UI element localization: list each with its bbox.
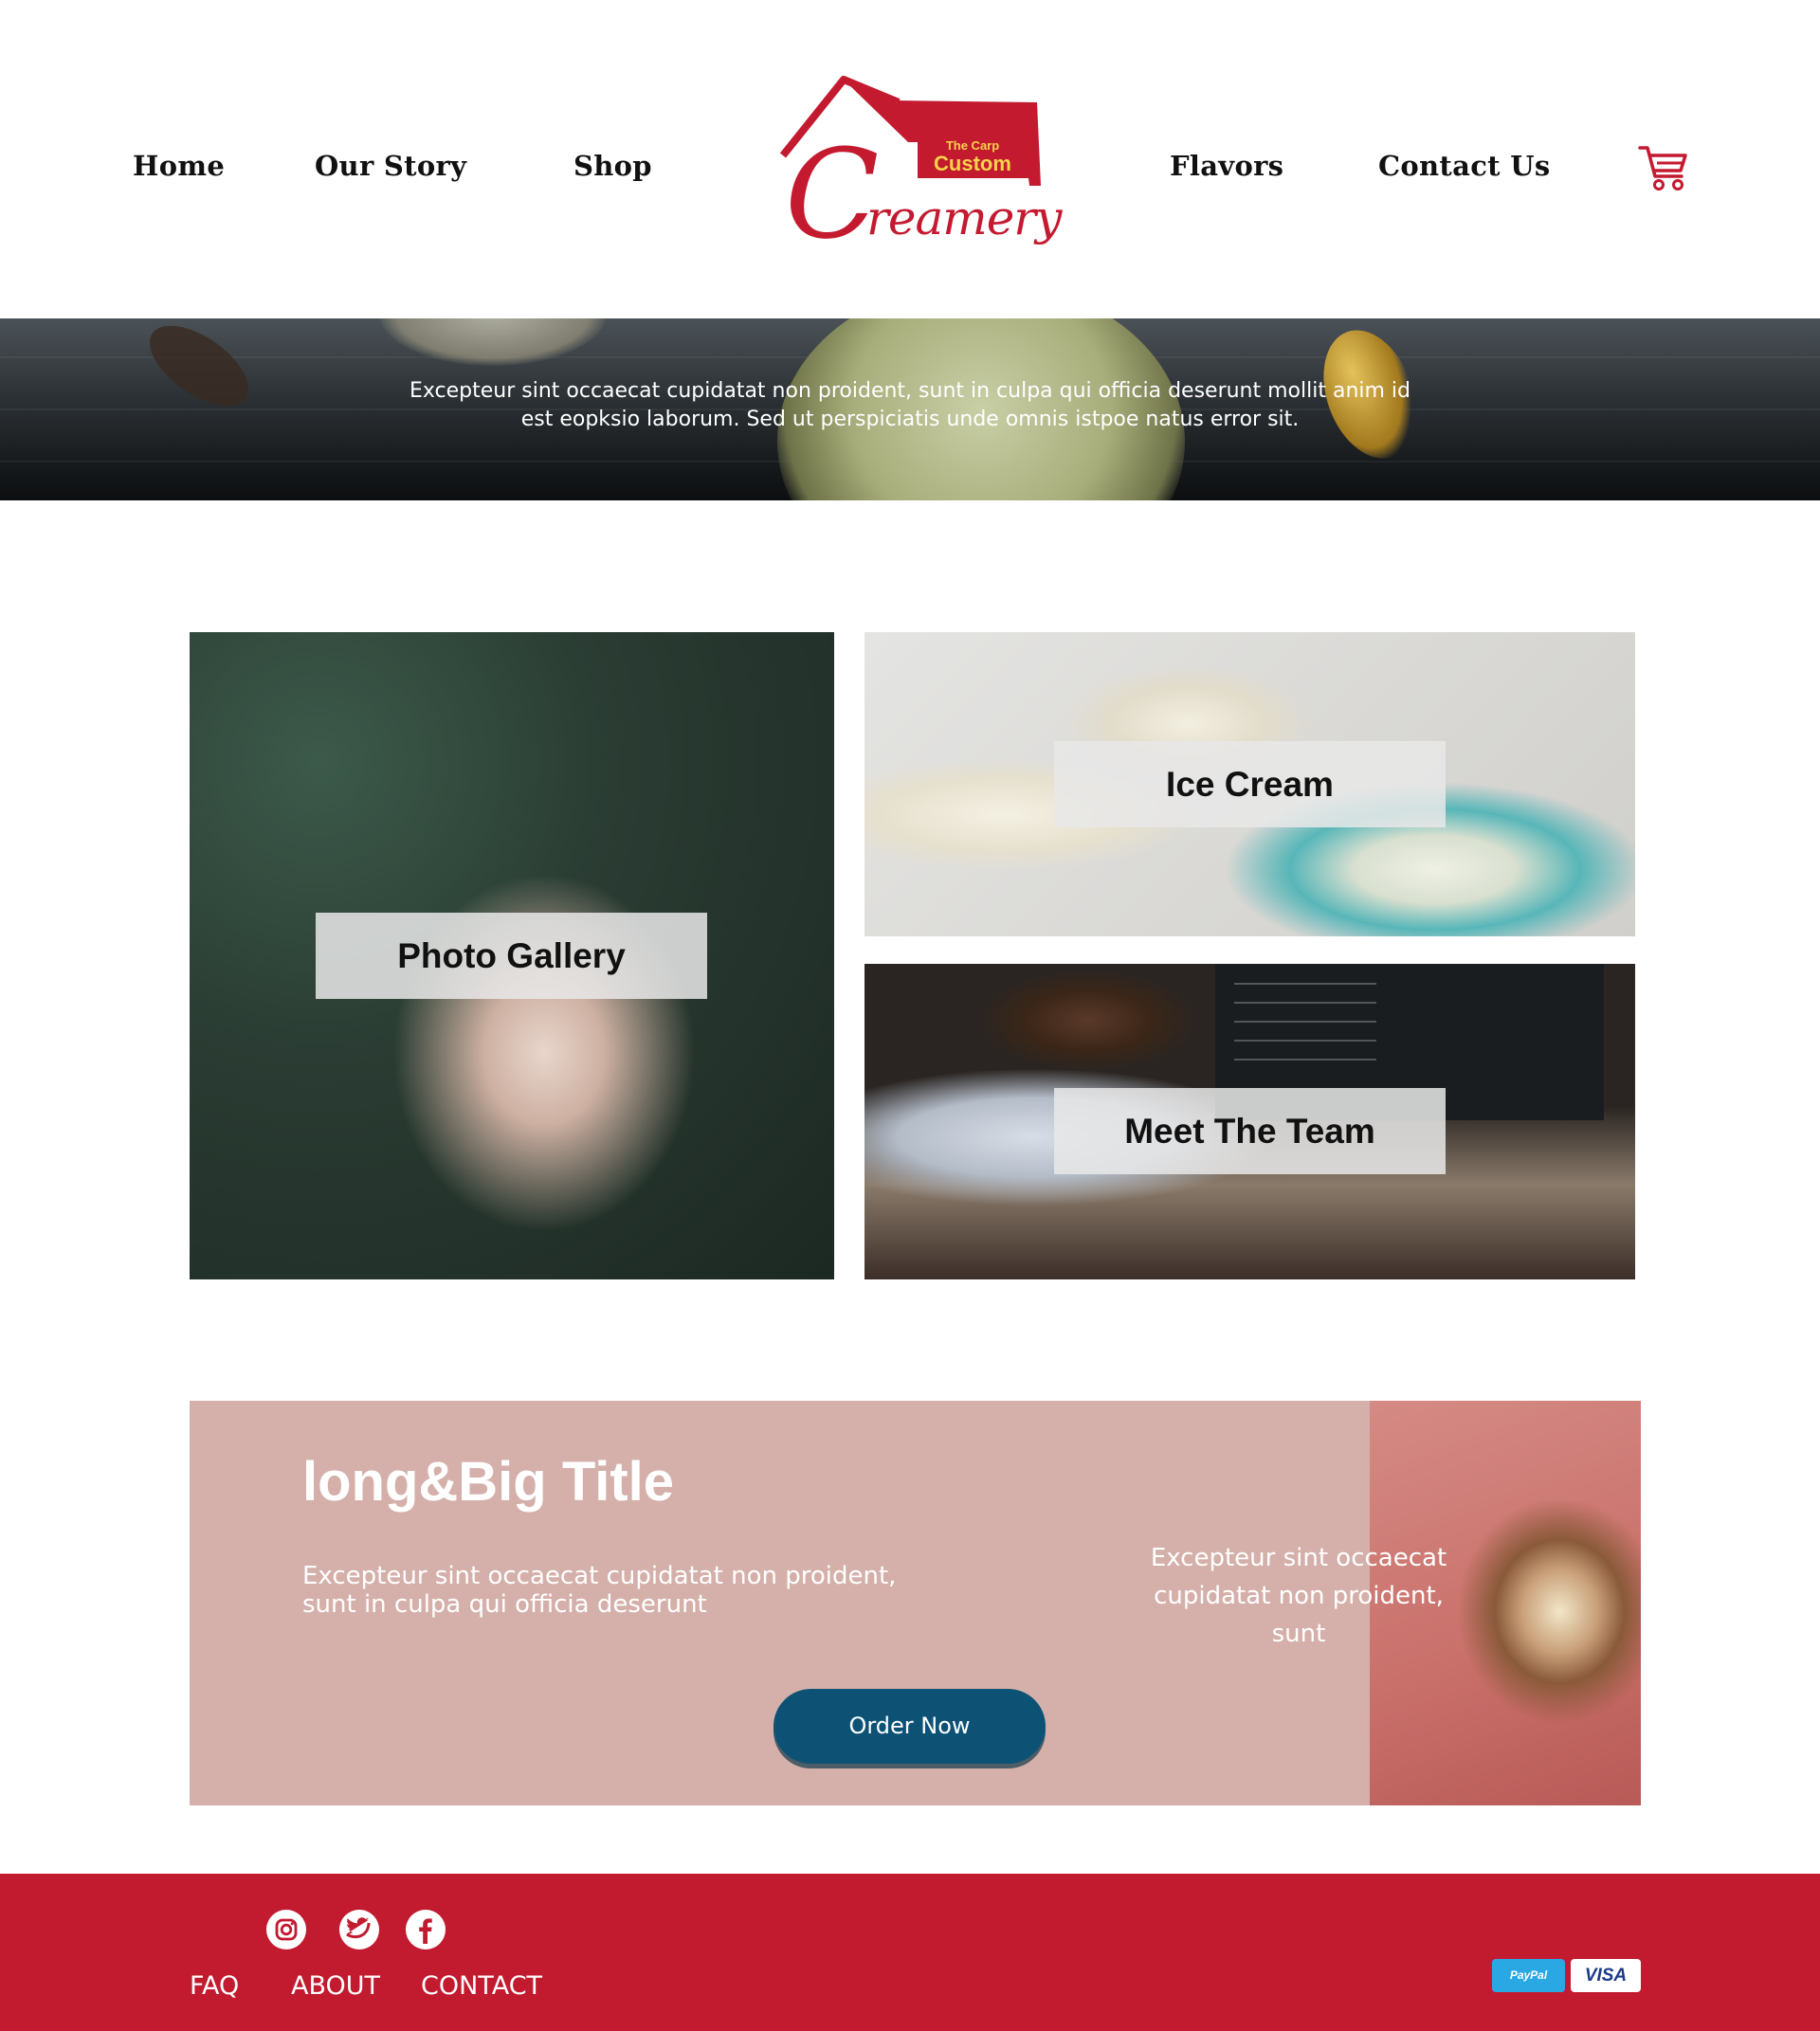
footer-about-link[interactable]: ABOUT <box>291 1971 380 2001</box>
visa-badge-icon: VISA <box>1571 1959 1641 1992</box>
promo-text: Excepteur sint occaecat cupidatat non pr… <box>302 1562 897 1619</box>
meet-the-team-label: Meet The Team <box>1054 1088 1446 1174</box>
ice-cream-label: Ice Cream <box>1054 741 1446 827</box>
promo-banner: long&Big Title Excepteur sint occaecat c… <box>190 1401 1641 1805</box>
twitter-icon[interactable] <box>339 1910 379 1949</box>
footer-faq-link[interactable]: FAQ <box>190 1971 239 2001</box>
nav-home[interactable]: Home <box>133 150 225 182</box>
order-now-button[interactable]: Order Now <box>774 1689 1046 1764</box>
site-header: Home Our Story Shop The Carp Custom C re… <box>0 0 1820 318</box>
facebook-icon[interactable] <box>406 1910 446 1949</box>
photo-gallery-tile[interactable]: Photo Gallery <box>190 632 834 1279</box>
meet-the-team-tile[interactable]: Meet The Team <box>864 964 1635 1279</box>
paypal-badge-icon: PayPal <box>1492 1959 1565 1992</box>
cart-icon[interactable] <box>1638 142 1689 193</box>
nav-contact-us[interactable]: Contact Us <box>1378 150 1550 182</box>
site-footer: FAQ ABOUT CONTACT PayPal VISA <box>0 1874 1820 2031</box>
promo-title: long&Big Title <box>302 1451 675 1513</box>
creamery-logo[interactable]: The Carp Custom C reamery <box>775 74 1062 266</box>
nav-our-story[interactable]: Our Story <box>315 150 466 182</box>
logo-tagline: The Carp <box>945 138 1000 153</box>
ice-cream-tile[interactable]: Ice Cream <box>864 632 1635 936</box>
footer-contact-link[interactable]: CONTACT <box>421 1971 542 2001</box>
photo-gallery-label: Photo Gallery <box>316 913 707 999</box>
hero-banner: Excepteur sint occaecat cupidatat non pr… <box>0 318 1820 500</box>
hero-bowl-image <box>379 318 607 366</box>
logo-initial: C <box>785 122 880 266</box>
logo-custom: Custom <box>934 152 1011 175</box>
hero-text: Excepteur sint occaecat cupidatat non pr… <box>409 379 1411 431</box>
nav-flavors[interactable]: Flavors <box>1170 150 1283 182</box>
nav-shop[interactable]: Shop <box>573 150 652 182</box>
logo-wordmark: reamery <box>866 190 1062 245</box>
hero-spoon-image <box>136 318 263 422</box>
instagram-icon[interactable] <box>266 1910 306 1949</box>
promo-side-text: Excepteur sint occaecat cupidatat non pr… <box>1150 1544 1447 1648</box>
